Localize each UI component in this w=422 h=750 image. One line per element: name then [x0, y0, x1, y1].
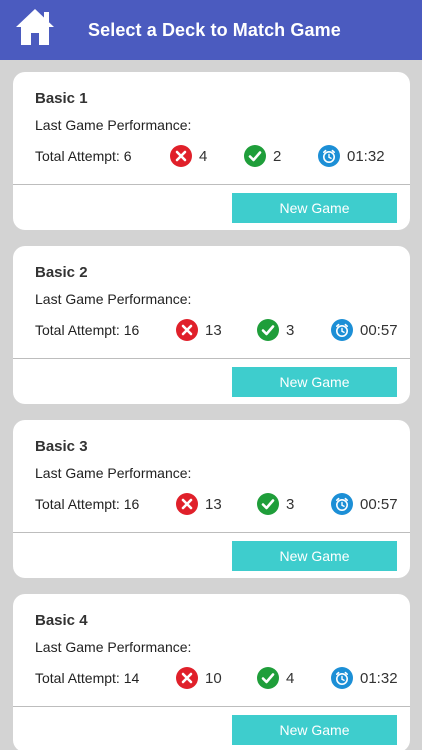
home-icon: [16, 9, 54, 45]
total-attempt: Total Attempt: 16: [35, 322, 140, 338]
wrong-count: 4: [199, 147, 208, 165]
total-attempt: Total Attempt: 14: [35, 670, 140, 686]
check-icon: [257, 493, 279, 515]
wrong-stat: 13: [176, 491, 222, 517]
new-game-button[interactable]: New Game: [232, 541, 397, 571]
new-game-button[interactable]: New Game: [232, 367, 397, 397]
time-stat: 01:32: [331, 665, 398, 691]
check-icon: [244, 145, 266, 167]
stats-row: Total Attempt: 6 4 2 01:32: [13, 143, 410, 169]
time-stat: 00:57: [331, 491, 398, 517]
total-attempt: Total Attempt: 16: [35, 496, 140, 512]
wrong-icon: [176, 667, 198, 689]
stats-row: Total Attempt: 16 13 3 00:57: [13, 317, 410, 343]
new-game-button[interactable]: New Game: [232, 193, 397, 223]
wrong-count: 10: [205, 669, 222, 687]
deck-card: Basic 2 Last Game Performance: Total Att…: [13, 246, 410, 404]
wrong-icon: [170, 145, 192, 167]
last-game-performance-label: Last Game Performance:: [35, 639, 192, 655]
wrong-stat: 4: [170, 143, 207, 169]
header-bar: Select a Deck to Match Game: [0, 0, 422, 60]
card-divider: [13, 184, 410, 185]
card-divider: [13, 358, 410, 359]
last-game-performance-label: Last Game Performance:: [35, 291, 192, 307]
deck-card: Basic 1 Last Game Performance: Total Att…: [13, 72, 410, 230]
game-time: 01:32: [360, 669, 398, 687]
deck-card: Basic 4 Last Game Performance: Total Att…: [13, 594, 410, 750]
alarm-clock-icon: [331, 319, 353, 341]
deck-list: Basic 1 Last Game Performance: Total Att…: [0, 60, 422, 750]
deck-title: Basic 3: [35, 438, 88, 455]
time-stat: 01:32: [318, 143, 385, 169]
alarm-clock-icon: [331, 493, 353, 515]
wrong-icon: [176, 319, 198, 341]
wrong-stat: 10: [176, 665, 222, 691]
alarm-clock-icon: [318, 145, 340, 167]
stats-row: Total Attempt: 14 10 4 01:32: [13, 665, 410, 691]
page-title: Select a Deck to Match Game: [88, 20, 341, 40]
correct-stat: 3: [257, 491, 294, 517]
wrong-stat: 13: [176, 317, 222, 343]
correct-stat: 2: [244, 143, 281, 169]
game-time: 00:57: [360, 495, 398, 513]
last-game-performance-label: Last Game Performance:: [35, 465, 192, 481]
correct-count: 2: [273, 147, 282, 165]
correct-count: 3: [286, 321, 295, 339]
correct-count: 4: [286, 669, 295, 687]
card-divider: [13, 532, 410, 533]
game-time: 01:32: [347, 147, 385, 165]
stats-row: Total Attempt: 16 13 3 00:57: [13, 491, 410, 517]
game-time: 00:57: [360, 321, 398, 339]
check-icon: [257, 667, 279, 689]
card-divider: [13, 706, 410, 707]
check-icon: [257, 319, 279, 341]
deck-title: Basic 2: [35, 264, 88, 281]
alarm-clock-icon: [331, 667, 353, 689]
wrong-icon: [176, 493, 198, 515]
correct-stat: 3: [257, 317, 294, 343]
correct-count: 3: [286, 495, 295, 513]
deck-title: Basic 1: [35, 90, 88, 107]
home-button[interactable]: [14, 8, 56, 46]
last-game-performance-label: Last Game Performance:: [35, 117, 192, 133]
wrong-count: 13: [205, 321, 222, 339]
correct-stat: 4: [257, 665, 294, 691]
deck-title: Basic 4: [35, 612, 88, 629]
new-game-button[interactable]: New Game: [232, 715, 397, 745]
total-attempt: Total Attempt: 6: [35, 148, 132, 164]
wrong-count: 13: [205, 495, 222, 513]
deck-card: Basic 3 Last Game Performance: Total Att…: [13, 420, 410, 578]
time-stat: 00:57: [331, 317, 398, 343]
